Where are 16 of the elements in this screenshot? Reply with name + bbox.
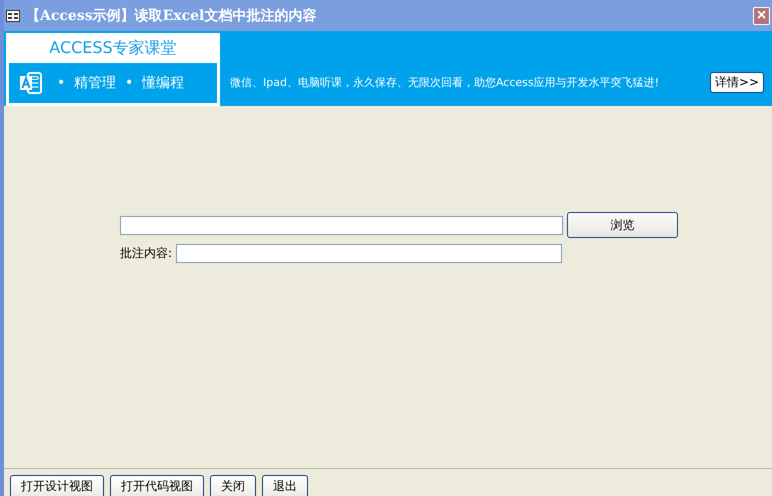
logo-tagline: • 精管理 • 懂编程 [57, 74, 184, 92]
window-title: 【Access示例】读取Excel文档中批注的内容 [26, 6, 318, 24]
form-icon [6, 10, 20, 22]
document-database-icon [19, 71, 43, 95]
promo-text: 微信、Ipad、电脑听课，永久保存、无限次回看，助您Access应用与开发水平突飞猛进! [230, 75, 660, 90]
comment-field[interactable] [176, 244, 562, 263]
footer-button[interactable]: 打开设计视图 [10, 475, 104, 496]
footer-button[interactable]: 退出 [262, 475, 308, 496]
browse-button[interactable]: 浏览 [567, 212, 678, 238]
details-button[interactable]: 详情>> [710, 72, 764, 93]
close-button[interactable]: × [753, 6, 770, 24]
comment-label: 批注内容: [120, 245, 172, 262]
file-path-field[interactable] [120, 216, 563, 234]
logo-title: ACCESS专家课堂 [48, 37, 178, 59]
footer-button[interactable]: 关闭 [210, 475, 256, 496]
footer-button[interactable]: 打开代码视图 [110, 475, 204, 496]
